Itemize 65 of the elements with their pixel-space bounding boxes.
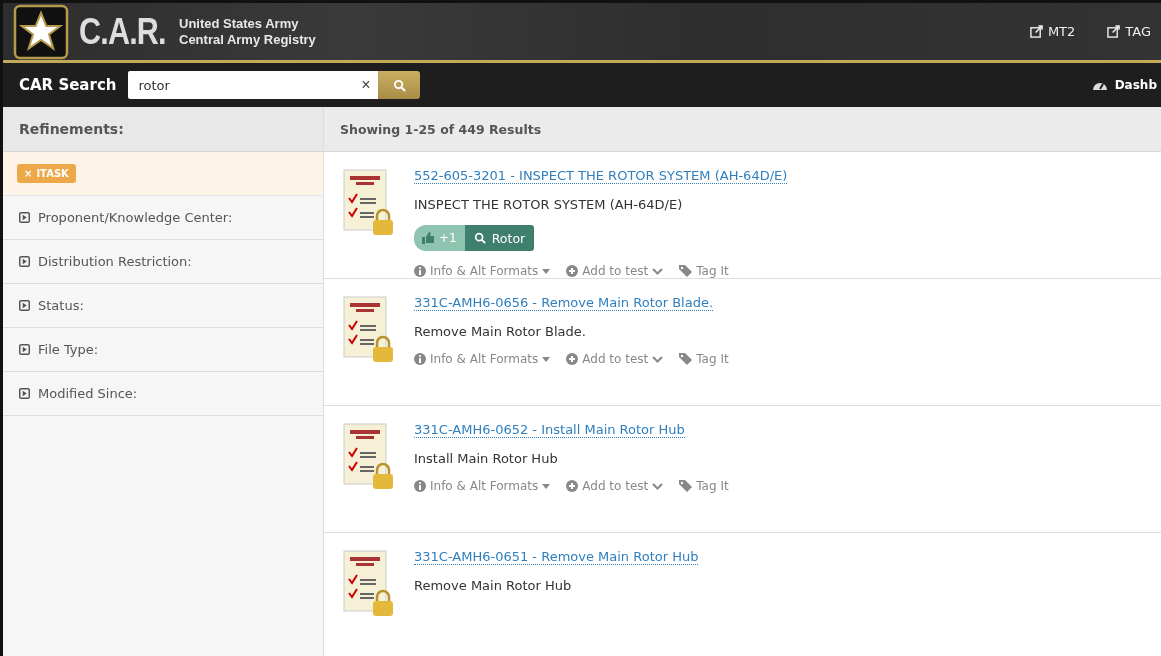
result-action-link[interactable]: Info & Alt Formats [414, 264, 551, 278]
result-action-link[interactable]: Add to test [566, 479, 664, 493]
external-link-icon [1029, 25, 1043, 38]
task-document-icon [340, 168, 396, 238]
star-logo-icon [13, 3, 69, 60]
expand-icon [19, 212, 30, 223]
plus-circle-icon [566, 480, 579, 492]
result-title-link[interactable]: 331C-AMH6-0656 - Remove Main Rotor Blade. [414, 295, 714, 311]
expand-icon [19, 344, 30, 355]
result-description: Remove Main Rotor Hub [414, 578, 573, 593]
tag-icon [679, 353, 693, 365]
info-icon [414, 480, 426, 492]
plus-circle-icon [566, 353, 579, 365]
results-summary: Showing 1-25 of 449 Results [324, 107, 1161, 152]
tag-icon [679, 265, 693, 277]
refinement-item[interactable]: Status: [3, 284, 323, 328]
refinement-item[interactable]: File Type: [3, 328, 323, 372]
expand-icon [19, 256, 30, 267]
search-label: CAR Search [19, 76, 117, 94]
task-document-icon [340, 549, 396, 619]
expand-icon [19, 388, 30, 399]
search-button[interactable] [378, 71, 421, 99]
result-description: Remove Main Rotor Blade. [414, 324, 587, 339]
chevron-down-icon [652, 355, 664, 363]
tag-icon [679, 480, 693, 492]
task-document-icon [340, 422, 396, 492]
result-title-link[interactable]: 552-605-3201 - INSPECT THE ROTOR SYSTEM (AH-64D/E) [414, 168, 788, 184]
chevron-down-icon [652, 267, 664, 275]
search-icon [473, 232, 486, 244]
expand-icon [19, 300, 30, 311]
refinement-item[interactable]: Modified Since: [3, 372, 323, 416]
result-action-link[interactable]: Add to test [566, 352, 664, 366]
result-action-link[interactable]: Info & Alt Formats [414, 479, 551, 493]
result-action-link[interactable]: Tag It [679, 479, 729, 493]
refinement-item[interactable]: Proponent/Knowledge Center: [3, 196, 323, 240]
logo-text: C.A.R. [79, 10, 166, 53]
result-action-link[interactable]: Tag It [679, 264, 729, 278]
caret-icon [542, 268, 551, 274]
header-link[interactable]: TAG [1107, 24, 1151, 39]
refinement-item[interactable]: Distribution Restriction: [3, 240, 323, 284]
result-description: Install Main Rotor Hub [414, 451, 559, 466]
logo-subtitle: Central Army Registry [179, 31, 316, 48]
header-link[interactable]: MT2 [1029, 24, 1076, 39]
result-title-link[interactable]: 331C-AMH6-0652 - Install Main Rotor Hub [414, 422, 685, 438]
task-document-icon [340, 295, 396, 365]
thumbs-up-icon [422, 232, 435, 244]
result-action-link[interactable]: Add to test [566, 264, 664, 278]
search-field[interactable]: rotor × [128, 71, 379, 99]
chevron-down-icon [652, 482, 664, 490]
result-action-link[interactable]: Info & Alt Formats [414, 352, 551, 366]
result-title-link[interactable]: 331C-AMH6-0651 - Remove Main Rotor Hub [414, 549, 699, 565]
plus-circle-icon [566, 265, 579, 277]
clear-button[interactable]: × [361, 76, 371, 94]
info-icon [414, 353, 426, 365]
result-description: INSPECT THE ROTOR SYSTEM (AH-64D/E) [414, 197, 684, 212]
search-icon [392, 78, 406, 92]
caret-icon [542, 483, 551, 489]
caret-icon [542, 356, 551, 362]
info-icon [414, 265, 426, 277]
external-link-icon [1107, 25, 1121, 38]
sidebar-title: Refinements: [3, 107, 323, 152]
logo-subtitle: United States Army [179, 15, 300, 32]
result-action-link[interactable]: Tag It [679, 352, 729, 366]
dashboard-link[interactable]: Dashb [1091, 78, 1157, 92]
tag-button[interactable]: Rotor [464, 225, 535, 251]
